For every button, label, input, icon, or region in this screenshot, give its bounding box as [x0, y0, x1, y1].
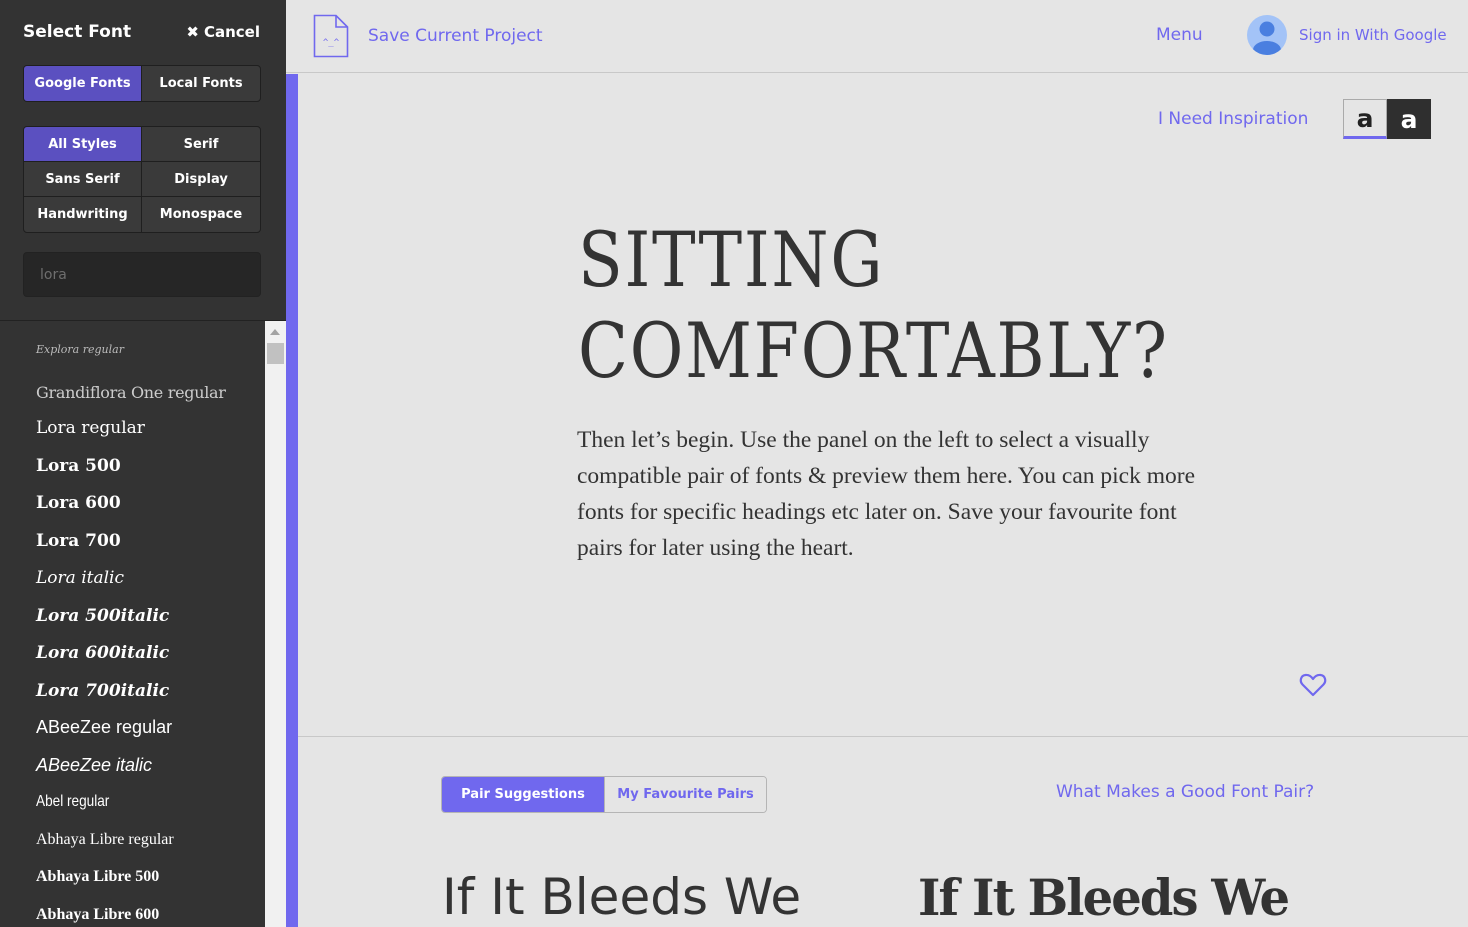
font-search-input[interactable]	[23, 252, 261, 297]
accent-bar	[286, 74, 298, 927]
scroll-thumb[interactable]	[267, 343, 284, 364]
font-list-scrollbar[interactable]	[265, 321, 286, 927]
save-project-button[interactable]: ^_^ Save Current Project	[313, 14, 543, 58]
font-source-tabs: Google Fonts Local Fonts	[23, 65, 261, 102]
filter-display[interactable]: Display	[142, 162, 260, 197]
font-selector-sidebar: Select Font ✖ Cancel Google Fonts Local …	[0, 0, 286, 927]
sign-in-label: Sign in With Google	[1299, 26, 1447, 44]
sidebar-title: Select Font	[23, 22, 132, 42]
heart-icon	[1299, 673, 1327, 697]
font-list-item[interactable]: Abel regular	[36, 793, 109, 811]
hero-heading-line1: SITTING	[578, 215, 885, 304]
hero-body-text: Then let’s begin. Use the panel on the l…	[577, 427, 1196, 561]
document-icon: ^_^	[313, 14, 349, 58]
tab-pair-suggestions[interactable]: Pair Suggestions	[442, 777, 604, 812]
menu-link[interactable]: Menu	[1156, 25, 1203, 45]
scroll-up-arrow-icon[interactable]	[270, 329, 280, 335]
sign-in-google-button[interactable]: Sign in With Google	[1247, 15, 1447, 55]
pair-sample-heading-right[interactable]: If It Bleeds We	[918, 868, 1290, 927]
tab-local-fonts[interactable]: Local Fonts	[142, 66, 260, 101]
inspiration-link[interactable]: I Need Inspiration	[1158, 109, 1308, 129]
top-bar: ^_^ Save Current Project Menu Sign in Wi…	[286, 0, 1468, 73]
pair-sample-heading-left[interactable]: If It Bleeds We	[442, 868, 801, 926]
font-list-item[interactable]: ABeeZee regular	[36, 717, 172, 738]
font-list-item[interactable]: Abhaya Libre 600	[36, 906, 159, 924]
filter-sans-serif[interactable]: Sans Serif	[24, 162, 142, 197]
cancel-label: Cancel	[203, 23, 260, 41]
filter-monospace[interactable]: Monospace	[142, 197, 260, 232]
favourite-heart-button[interactable]	[1299, 672, 1327, 703]
section-divider	[298, 736, 1468, 737]
font-list-item[interactable]: Lora italic	[36, 568, 124, 588]
font-list-item[interactable]: Explora regular	[36, 343, 124, 356]
sidebar-header: Select Font ✖ Cancel	[23, 20, 260, 44]
font-list-item[interactable]: ABeeZee italic	[36, 755, 152, 776]
font-list-item[interactable]: Abhaya Libre regular	[36, 831, 174, 849]
close-icon: ✖	[186, 23, 199, 41]
theme-dark-option[interactable]: a	[1387, 99, 1431, 139]
font-list-item[interactable]: Lora 700	[36, 531, 121, 551]
style-filter-grid: All Styles Serif Sans Serif Display Hand…	[23, 126, 261, 233]
good-font-pair-link[interactable]: What Makes a Good Font Pair?	[1056, 782, 1314, 802]
filter-serif[interactable]: Serif	[142, 127, 260, 162]
font-list-item[interactable]: Grandiflora One regular	[36, 383, 226, 402]
svg-text:^_^: ^_^	[323, 38, 340, 48]
theme-toggle: a a	[1343, 99, 1431, 139]
cancel-button[interactable]: ✖ Cancel	[186, 23, 260, 41]
hero-heading: SITTING COMFORTABLY?	[578, 214, 1169, 396]
tab-google-fonts[interactable]: Google Fonts	[24, 66, 142, 101]
tab-favourite-pairs[interactable]: My Favourite Pairs	[604, 777, 766, 812]
pair-tabs: Pair Suggestions My Favourite Pairs	[441, 776, 767, 813]
filter-all-styles[interactable]: All Styles	[24, 127, 142, 162]
font-list-item[interactable]: Abhaya Libre 500	[36, 868, 159, 886]
filter-handwriting[interactable]: Handwriting	[24, 197, 142, 232]
font-list-item[interactable]: Lora 700italic	[36, 681, 169, 701]
font-list-item[interactable]: Lora regular	[36, 418, 145, 438]
font-list-item[interactable]: Lora 500italic	[36, 606, 169, 626]
font-list-item[interactable]: Lora 600	[36, 493, 121, 513]
font-list-item[interactable]: Lora 500	[36, 456, 121, 476]
save-project-label: Save Current Project	[368, 26, 543, 46]
font-list: Explora regular Grandiflora One regular …	[0, 321, 265, 927]
theme-light-option[interactable]: a	[1343, 99, 1387, 139]
avatar-icon	[1247, 15, 1287, 55]
font-list-item[interactable]: Lora 600italic	[36, 643, 169, 663]
hero-heading-line2: COMFORTABLY?	[578, 306, 1169, 395]
